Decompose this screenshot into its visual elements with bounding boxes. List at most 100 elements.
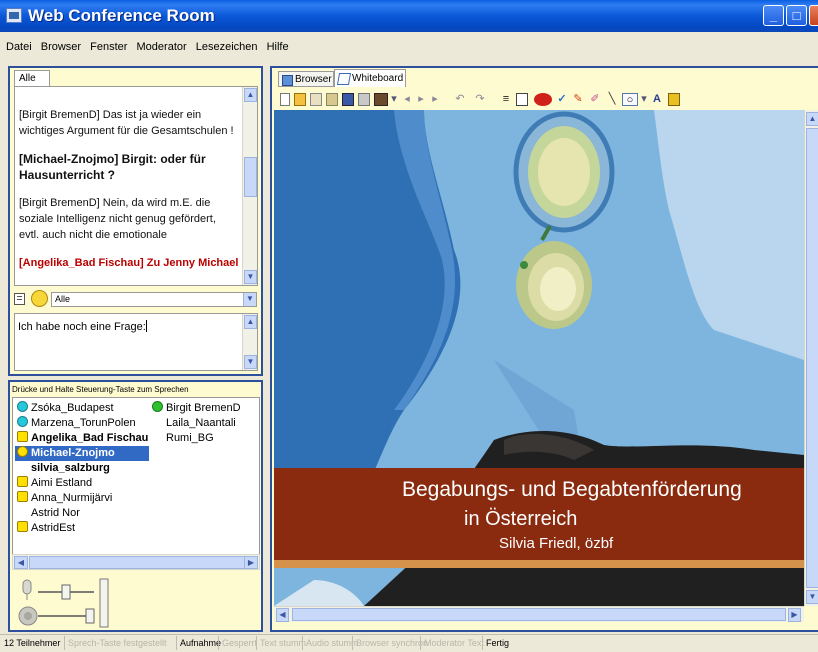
line-width-icon[interactable]: ≡ xyxy=(500,93,512,106)
menu-browser[interactable]: Browser xyxy=(35,40,81,53)
push-to-talk-hint: Drücke und Halte Steuerung-Taste zum Spr… xyxy=(12,385,189,394)
participant-list: Zsóka_Budapest Marzena_TorunPolen Angeli… xyxy=(12,397,260,555)
scroll-thumb[interactable] xyxy=(806,128,818,588)
whiteboard-panel: Browser Whiteboard ▾ ◂ ▸ ▸ ↶ ↷ ≡ ✓ ✎ ✐ ╲… xyxy=(270,66,818,632)
scroll-left-icon[interactable]: ◀ xyxy=(276,608,289,622)
last-page-icon[interactable]: ▸ xyxy=(430,93,440,106)
close-button[interactable] xyxy=(809,5,818,26)
scroll-left-icon[interactable]: ◀ xyxy=(14,556,28,569)
participant-item[interactable]: Laila_Naantali xyxy=(166,416,236,431)
next-page-icon[interactable]: ▸ xyxy=(416,93,426,106)
speaker-icon xyxy=(152,401,163,412)
scroll-up-icon[interactable]: ▲ xyxy=(244,315,257,329)
scroll-down-icon[interactable]: ▼ xyxy=(806,590,818,604)
whiteboard-hscrollbar[interactable]: ◀ ▶ xyxy=(274,606,804,622)
scroll-right-icon[interactable]: ▶ xyxy=(244,556,258,569)
participant-item[interactable]: Astrid Nor xyxy=(31,506,80,521)
participant-item[interactable]: Anna_Nurmijärvi xyxy=(17,491,112,506)
participant-item[interactable]: AstridEst xyxy=(17,521,75,536)
new-page-icon[interactable] xyxy=(280,93,290,106)
status-locked: Gesperrt xyxy=(222,638,258,648)
raised-hand-icon xyxy=(17,476,28,487)
save-icon[interactable] xyxy=(342,93,354,106)
scroll-up-icon[interactable]: ▲ xyxy=(244,88,257,102)
scroll-thumb[interactable] xyxy=(29,556,245,569)
text-tool-icon[interactable]: A xyxy=(652,93,662,106)
chat-message: [Birgit BremenD] Nein, da wird m.E. die … xyxy=(19,197,216,241)
participant-item[interactable]: Rumi_BG xyxy=(166,431,214,446)
participant-item[interactable]: Angelika_Bad Fischau xyxy=(17,431,148,446)
page-icon[interactable] xyxy=(516,93,528,106)
message-list-icon[interactable] xyxy=(14,293,25,305)
chat-message: [Birgit BremenD] Das ist ja wieder ein w… xyxy=(19,109,234,137)
status-audio-muted: Audio stumm xyxy=(306,638,359,648)
scroll-down-icon[interactable]: ▼ xyxy=(244,270,257,284)
speech-bubble-icon xyxy=(17,401,28,412)
chat-input[interactable]: Ich habe noch eine Frage: ▲ ▼ xyxy=(14,313,258,371)
maximize-button[interactable]: □ xyxy=(786,5,807,26)
open-folder-icon[interactable] xyxy=(294,93,306,106)
paste-icon[interactable] xyxy=(326,93,338,106)
recipient-row: Alle ▼ xyxy=(14,290,258,310)
undo-icon[interactable]: ↶ xyxy=(454,93,466,106)
whiteboard-toolbar: ▾ ◂ ▸ ▸ ↶ ↷ ≡ ✓ ✎ ✐ ╲ ○ ▾ A xyxy=(278,91,718,109)
input-scrollbar[interactable]: ▲ ▼ xyxy=(242,314,257,370)
copy-icon[interactable] xyxy=(310,93,322,106)
previous-page-icon[interactable]: ◂ xyxy=(402,93,412,106)
slide-subtitle: in Österreich xyxy=(464,508,578,530)
participant-count: 12 Teilnehmer xyxy=(4,638,61,648)
menu-hilfe[interactable]: Hilfe xyxy=(261,40,289,53)
chevron-down-icon[interactable]: ▼ xyxy=(243,293,256,306)
status-bar: 12 Teilnehmer Sprech-Taste festgestellt … xyxy=(0,634,818,652)
image-icon[interactable] xyxy=(358,93,370,106)
participant-item[interactable]: Marzena_TorunPolen xyxy=(17,416,136,431)
emoticon-icon[interactable] xyxy=(31,290,48,307)
scroll-right-icon[interactable]: ▶ xyxy=(788,608,801,622)
tab-whiteboard[interactable]: Whiteboard xyxy=(334,69,406,87)
menu-datei[interactable]: Datei xyxy=(0,40,32,53)
scroll-thumb[interactable] xyxy=(292,608,786,621)
chat-tab-alle[interactable]: Alle xyxy=(14,70,50,86)
scroll-down-icon[interactable]: ▼ xyxy=(244,355,257,369)
participant-name: Angelika_Bad Fischau xyxy=(31,432,149,444)
whiteboard-vscrollbar[interactable]: ▲ ▼ xyxy=(804,110,818,606)
dropdown-icon[interactable]: ▾ xyxy=(640,93,648,106)
presentation-icon[interactable] xyxy=(374,93,388,106)
whiteboard-canvas[interactable]: Begabungs- und Begabtenförderung in Öste… xyxy=(274,110,804,606)
participant-name: AstridEst xyxy=(31,522,76,534)
audio-controls xyxy=(18,578,118,630)
title-bar[interactable]: Web Conference Room _ □ xyxy=(0,0,818,32)
raised-hand-icon xyxy=(17,491,28,502)
audio-sliders[interactable] xyxy=(18,578,118,630)
shape-tool-icon[interactable]: ○ xyxy=(622,93,638,106)
scroll-thumb[interactable] xyxy=(244,157,257,197)
line-tool-icon[interactable]: ╲ xyxy=(606,93,618,106)
participant-item[interactable]: silvia_salzburg xyxy=(31,461,110,476)
recipient-select[interactable]: Alle ▼ xyxy=(51,292,257,307)
pointer-tool-icon[interactable] xyxy=(668,93,680,106)
participant-item-selected[interactable]: Michael-Znojmo xyxy=(15,446,149,461)
participant-item[interactable]: Zsóka_Budapest xyxy=(17,401,114,416)
chat-scrollbar[interactable]: ▲ ▼ xyxy=(242,87,257,285)
highlighter-icon[interactable]: ✐ xyxy=(588,93,602,106)
participants-panel: Drücke und Halte Steuerung-Taste zum Spr… xyxy=(8,380,263,632)
redo-icon[interactable]: ↷ xyxy=(474,93,486,106)
menu-fenster[interactable]: Fenster xyxy=(84,40,127,53)
slide-image xyxy=(274,110,804,606)
slide-author: Silvia Friedl, özbf xyxy=(499,535,614,552)
participant-item[interactable]: Aimi Estland xyxy=(17,476,92,491)
tab-browser[interactable]: Browser xyxy=(278,71,334,87)
minimize-button[interactable]: _ xyxy=(763,5,784,26)
color-picker-icon[interactable] xyxy=(534,93,552,106)
participant-item[interactable]: Birgit BremenD xyxy=(152,401,241,416)
participant-hscrollbar[interactable]: ◀ ▶ xyxy=(12,554,260,570)
chat-log: [Birgit BremenD] Das ist ja wieder ein w… xyxy=(14,86,258,286)
dropdown-icon[interactable]: ▾ xyxy=(390,93,398,106)
scroll-up-icon[interactable]: ▲ xyxy=(806,112,818,126)
pen-icon[interactable]: ✎ xyxy=(572,93,584,106)
menu-moderator[interactable]: Moderator xyxy=(131,40,187,53)
checkmark-icon[interactable]: ✓ xyxy=(556,93,568,106)
participant-name: Anna_Nurmijärvi xyxy=(31,492,113,504)
menu-lesezeichen[interactable]: Lesezeichen xyxy=(190,40,258,53)
status-browser-sync: Browser synchron xyxy=(356,638,429,648)
